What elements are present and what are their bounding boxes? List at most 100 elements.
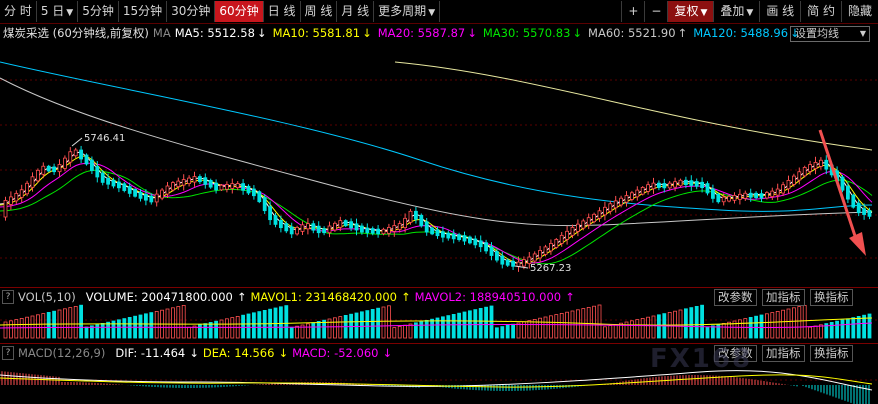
volume-bar <box>597 304 602 339</box>
volume-bar <box>354 312 359 339</box>
mavol1-value: MAVOL1: 231468420.000 <box>250 290 397 304</box>
candle-body <box>467 236 472 244</box>
volume-bar <box>846 318 850 339</box>
volume-bar <box>424 319 429 339</box>
candle-body <box>8 196 13 205</box>
panel-divider <box>0 287 878 288</box>
candle-body <box>500 255 505 265</box>
candle-body <box>332 222 337 231</box>
candle-body <box>781 184 785 194</box>
candle-body <box>68 151 73 163</box>
volume-bar <box>273 307 278 339</box>
dea-value: DEA: 14.566 <box>202 346 275 360</box>
volume-bar <box>813 325 818 339</box>
vol-switch-indicator-button[interactable]: 换指标 <box>810 289 853 306</box>
candle-body <box>522 259 526 267</box>
volume-bar <box>224 318 229 339</box>
candle-body <box>84 154 89 165</box>
candle-body <box>867 210 872 217</box>
volume-bar <box>516 322 521 339</box>
vol-title: VOL(5,10) <box>18 290 76 304</box>
candle-body <box>419 214 424 227</box>
help-icon[interactable]: ? <box>2 346 14 360</box>
candle-body <box>273 215 278 225</box>
volume-bar <box>727 321 731 339</box>
ma-line <box>0 155 873 264</box>
vol-add-indicator-button[interactable]: 加指标 <box>762 289 805 306</box>
help-icon[interactable]: ? <box>2 290 14 304</box>
candle-body <box>603 206 607 216</box>
macd-add-indicator-button[interactable]: 加指标 <box>762 345 805 362</box>
candle-body <box>554 238 559 248</box>
volume-bar <box>559 312 564 339</box>
volume-bar <box>576 309 580 339</box>
volume-legend: ? VOL(5,10) VOLUME: 200471800.000 ↑ MAVO… <box>0 289 579 305</box>
macd-value: MACD: -52.060 <box>292 346 379 360</box>
candle-body <box>197 176 202 183</box>
candle-body <box>79 149 83 160</box>
volume-bar <box>419 321 424 339</box>
candle-body <box>241 183 246 191</box>
candle-body <box>451 233 456 240</box>
macd-switch-indicator-button[interactable]: 换指标 <box>810 345 853 362</box>
volume-bar <box>143 313 148 339</box>
volume-bar <box>554 314 559 339</box>
candle-body <box>52 166 56 173</box>
candle-body <box>133 188 138 197</box>
candle-body <box>700 181 704 188</box>
candle-body <box>160 189 165 199</box>
candle-body <box>57 164 62 173</box>
volume-bar <box>635 319 640 339</box>
volume-bar <box>819 324 823 339</box>
candle-body <box>856 202 861 214</box>
candle-body <box>727 195 731 202</box>
candle-body <box>716 193 721 203</box>
candle-body <box>646 184 650 192</box>
candle-body <box>511 260 516 267</box>
candle-body <box>462 235 467 242</box>
candle-body <box>640 186 645 195</box>
volume-bar <box>203 323 208 339</box>
candle-body <box>738 193 742 200</box>
candle-body <box>214 182 219 191</box>
candle-body <box>343 220 348 227</box>
candle-body <box>370 228 375 234</box>
candle-body <box>327 225 332 234</box>
volume-bar <box>316 320 321 339</box>
candle-body <box>651 182 656 190</box>
candle-body <box>300 224 305 232</box>
ma-line <box>0 162 873 264</box>
candle-body <box>576 223 580 232</box>
volume-bar <box>840 319 845 339</box>
volume-bar <box>775 310 780 339</box>
volume-bar <box>187 326 192 339</box>
volume-bar <box>738 319 742 339</box>
candle-body <box>246 185 251 194</box>
candle-body <box>397 223 402 230</box>
volume-bar <box>14 319 19 339</box>
candle-body <box>316 225 321 234</box>
volume-bar <box>30 315 35 339</box>
candle-body <box>181 179 186 186</box>
candle-body <box>630 192 634 200</box>
vol-change-params-button[interactable]: 改参数 <box>714 289 757 306</box>
volume-bar <box>797 306 802 339</box>
volume-bar <box>408 323 413 339</box>
long-ma-line <box>394 61 873 151</box>
volume-bar <box>376 307 381 339</box>
volume-bar <box>122 318 127 339</box>
volume-bar <box>743 318 748 339</box>
ma60-line <box>0 77 873 227</box>
candle-body <box>176 180 181 188</box>
candle-body <box>63 157 67 169</box>
candle-body <box>759 193 764 199</box>
volume-bar <box>95 324 100 339</box>
volume-bar <box>721 322 726 339</box>
candle-body <box>111 179 116 187</box>
candle-body <box>549 242 553 252</box>
candle-body <box>122 183 127 191</box>
candle-body <box>430 227 435 235</box>
volume-bar <box>246 313 251 339</box>
volume-bar <box>403 324 408 339</box>
candle-body <box>268 206 273 221</box>
